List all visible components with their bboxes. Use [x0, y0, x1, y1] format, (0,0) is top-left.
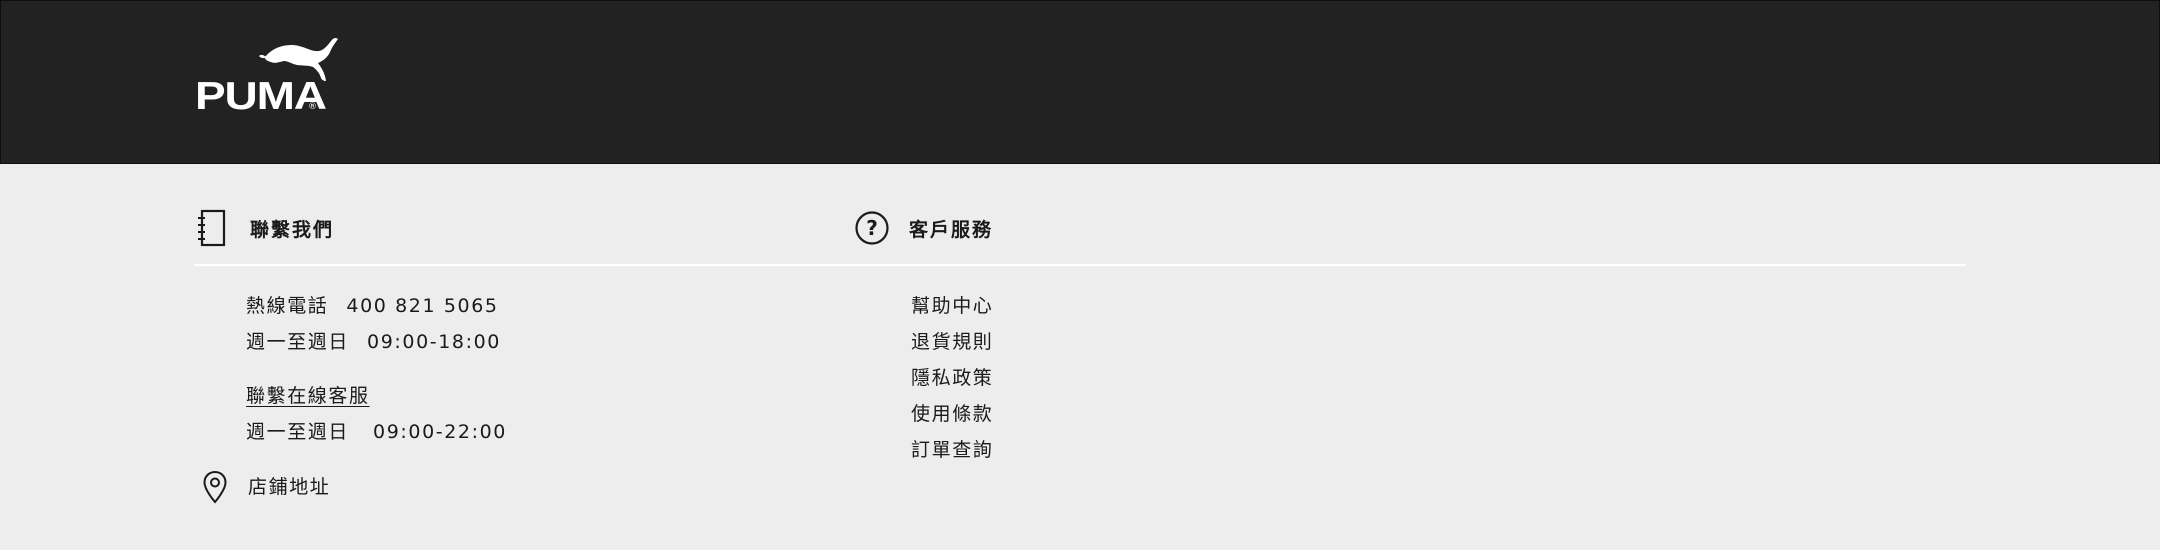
hotline-days: 週一至週日 — [246, 331, 350, 353]
site-footer: 聯繫我們 ? 客戶服務 熱線電話 400 821 5065 週一至週日 09:00-… — [0, 164, 2160, 550]
service-link-order-lookup[interactable]: 訂單查詢 — [911, 438, 993, 462]
online-days: 週一至週日 — [246, 421, 350, 443]
service-link-privacy-policy[interactable]: 隱私政策 — [911, 366, 993, 390]
service-link-terms-of-use[interactable]: 使用條款 — [911, 402, 993, 426]
contact-heading: 聯繫我們 — [196, 208, 334, 248]
contact-heading-label: 聯繫我們 — [250, 218, 335, 241]
store-address-link[interactable]: 店鋪地址 — [202, 470, 330, 504]
customer-service-heading-label: 客戶服務 — [909, 218, 994, 241]
service-link-help-center[interactable]: 幫助中心 — [911, 294, 993, 318]
online-hours-row: 週一至週日 09:00-22:00 — [246, 420, 507, 444]
hotline-number[interactable]: 400 821 5065 — [346, 295, 498, 317]
customer-service-heading: ? 客戶服務 — [855, 208, 993, 248]
top-bar: PUMA ® — [0, 0, 2160, 164]
online-hours: 09:00-22:00 — [373, 421, 507, 443]
puma-wordmark: PUMA — [195, 75, 327, 118]
puma-logo[interactable]: PUMA ® — [195, 37, 345, 118]
hotline-label: 熱線電話 — [246, 295, 329, 317]
svg-text:?: ? — [866, 216, 878, 240]
service-link-return-policy[interactable]: 退貨規則 — [911, 330, 993, 354]
hotline-row: 熱線電話 400 821 5065 — [246, 294, 499, 318]
location-pin-icon — [202, 470, 228, 504]
footer-divider — [194, 264, 1966, 266]
notebook-icon — [196, 209, 228, 247]
hotline-hours: 09:00-18:00 — [367, 331, 501, 353]
online-service-link[interactable]: 聯繫在線客服 — [246, 384, 370, 408]
registered-mark: ® — [308, 102, 317, 112]
question-circle-icon: ? — [855, 211, 889, 245]
store-address-label: 店鋪地址 — [248, 476, 331, 498]
hotline-hours-row: 週一至週日 09:00-18:00 — [246, 330, 501, 354]
